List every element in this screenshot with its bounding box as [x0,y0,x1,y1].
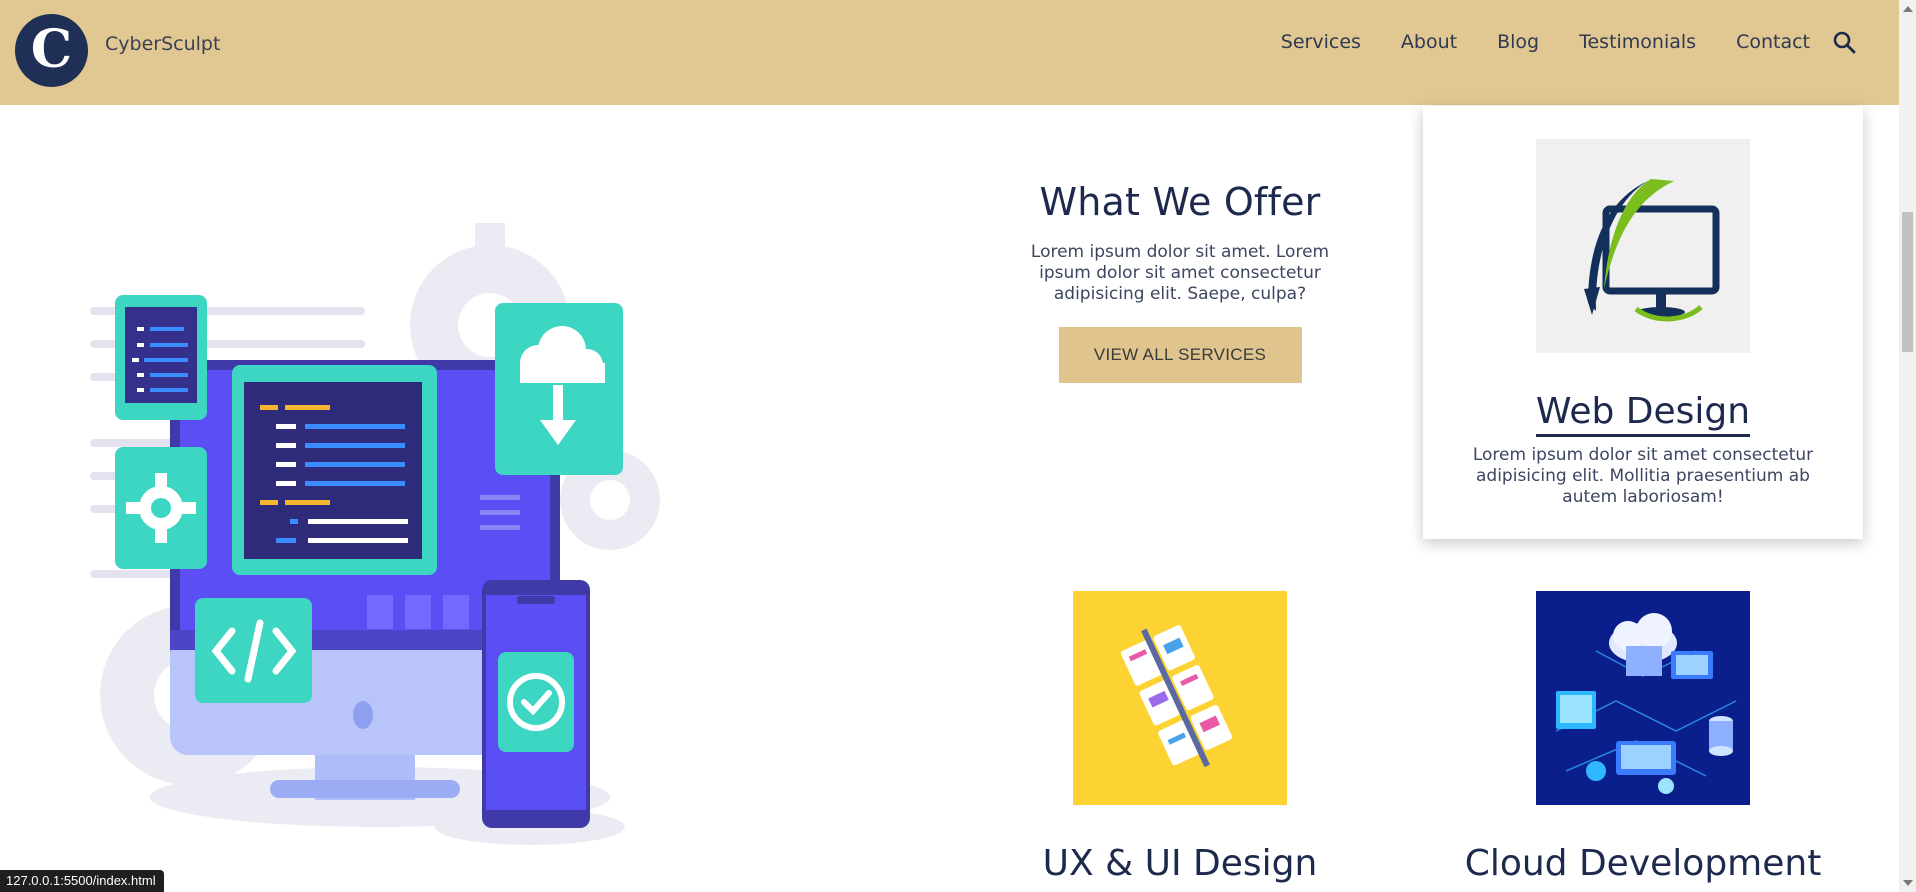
brand-name[interactable]: CyberSculpt [105,33,220,55]
view-all-services-button[interactable]: VIEW ALL SERVICES [1058,327,1302,383]
ux-ui-image [1073,591,1287,805]
cloud-development-image [1536,591,1750,805]
service-card-cloud[interactable]: Cloud Development [1423,558,1863,886]
offer-title: What We Offer [1039,180,1321,224]
nav-testimonials[interactable]: Testimonials [1579,31,1696,53]
web-design-image [1536,139,1750,353]
browser-status-url: 127.0.0.1:5500/index.html [0,870,164,892]
scroll-thumb[interactable] [1902,212,1913,352]
web-design-text: Lorem ipsum dolor sit amet consectetur a… [1472,445,1814,507]
ux-ui-title: UX & UI Design [1042,843,1318,884]
logo-letter: C [30,18,73,80]
main-nav: Services About Blog Testimonials Contact [1281,30,1856,54]
scroll-up-arrow-icon[interactable] [1903,6,1913,12]
nav-blog[interactable]: Blog [1497,31,1539,53]
service-card-ux-ui[interactable]: UX & UI Design [960,558,1400,886]
service-card-web-design[interactable]: Web Design Lorem ipsum dolor sit amet co… [1423,106,1863,539]
web-design-title: Web Design [1535,391,1751,437]
nav-contact[interactable]: Contact [1736,31,1810,53]
nav-about[interactable]: About [1401,31,1457,53]
what-we-offer: What We Offer Lorem ipsum dolor sit amet… [995,180,1365,383]
search-icon[interactable] [1832,30,1856,54]
page-scrollbar[interactable] [1899,0,1916,892]
scroll-down-arrow-icon[interactable] [1903,880,1913,886]
hero-illustration [80,215,680,855]
site-header: C CyberSculpt Services About Blog Testim… [0,0,1899,105]
nav-services[interactable]: Services [1281,31,1361,53]
logo[interactable]: C [15,14,88,87]
offer-text: Lorem ipsum dolor sit amet. Lorem ipsum … [1030,242,1330,304]
cloud-development-title: Cloud Development [1464,843,1822,884]
